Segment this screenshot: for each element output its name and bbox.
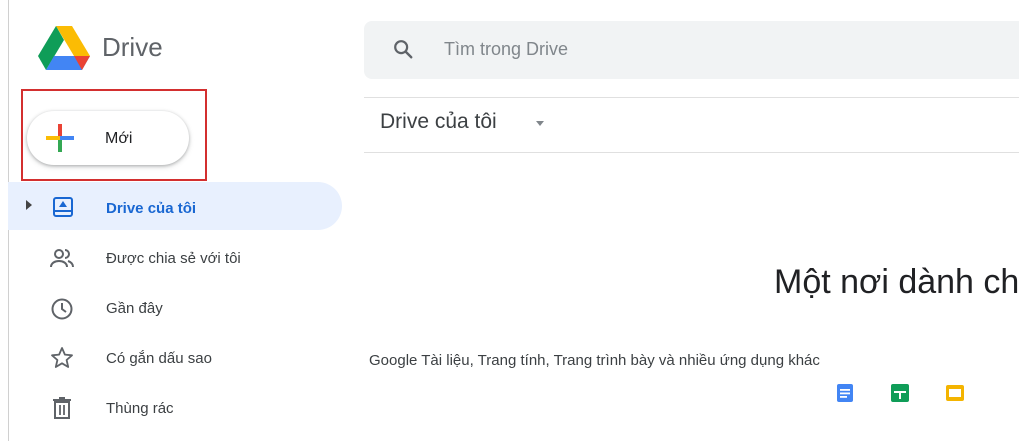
empty-state-subtitle: Google Tài liệu, Trang tính, Trang trình… bbox=[369, 352, 820, 369]
empty-state-title: Một nơi dành cho tất cả các tệp của bạn bbox=[774, 263, 1019, 301]
hero-clip: Một nơi dành cho tất cả các tệp của bạn bbox=[0, 0, 1019, 441]
sheets-icon bbox=[891, 384, 909, 402]
docs-icon bbox=[837, 384, 853, 402]
slides-icon bbox=[946, 385, 964, 401]
